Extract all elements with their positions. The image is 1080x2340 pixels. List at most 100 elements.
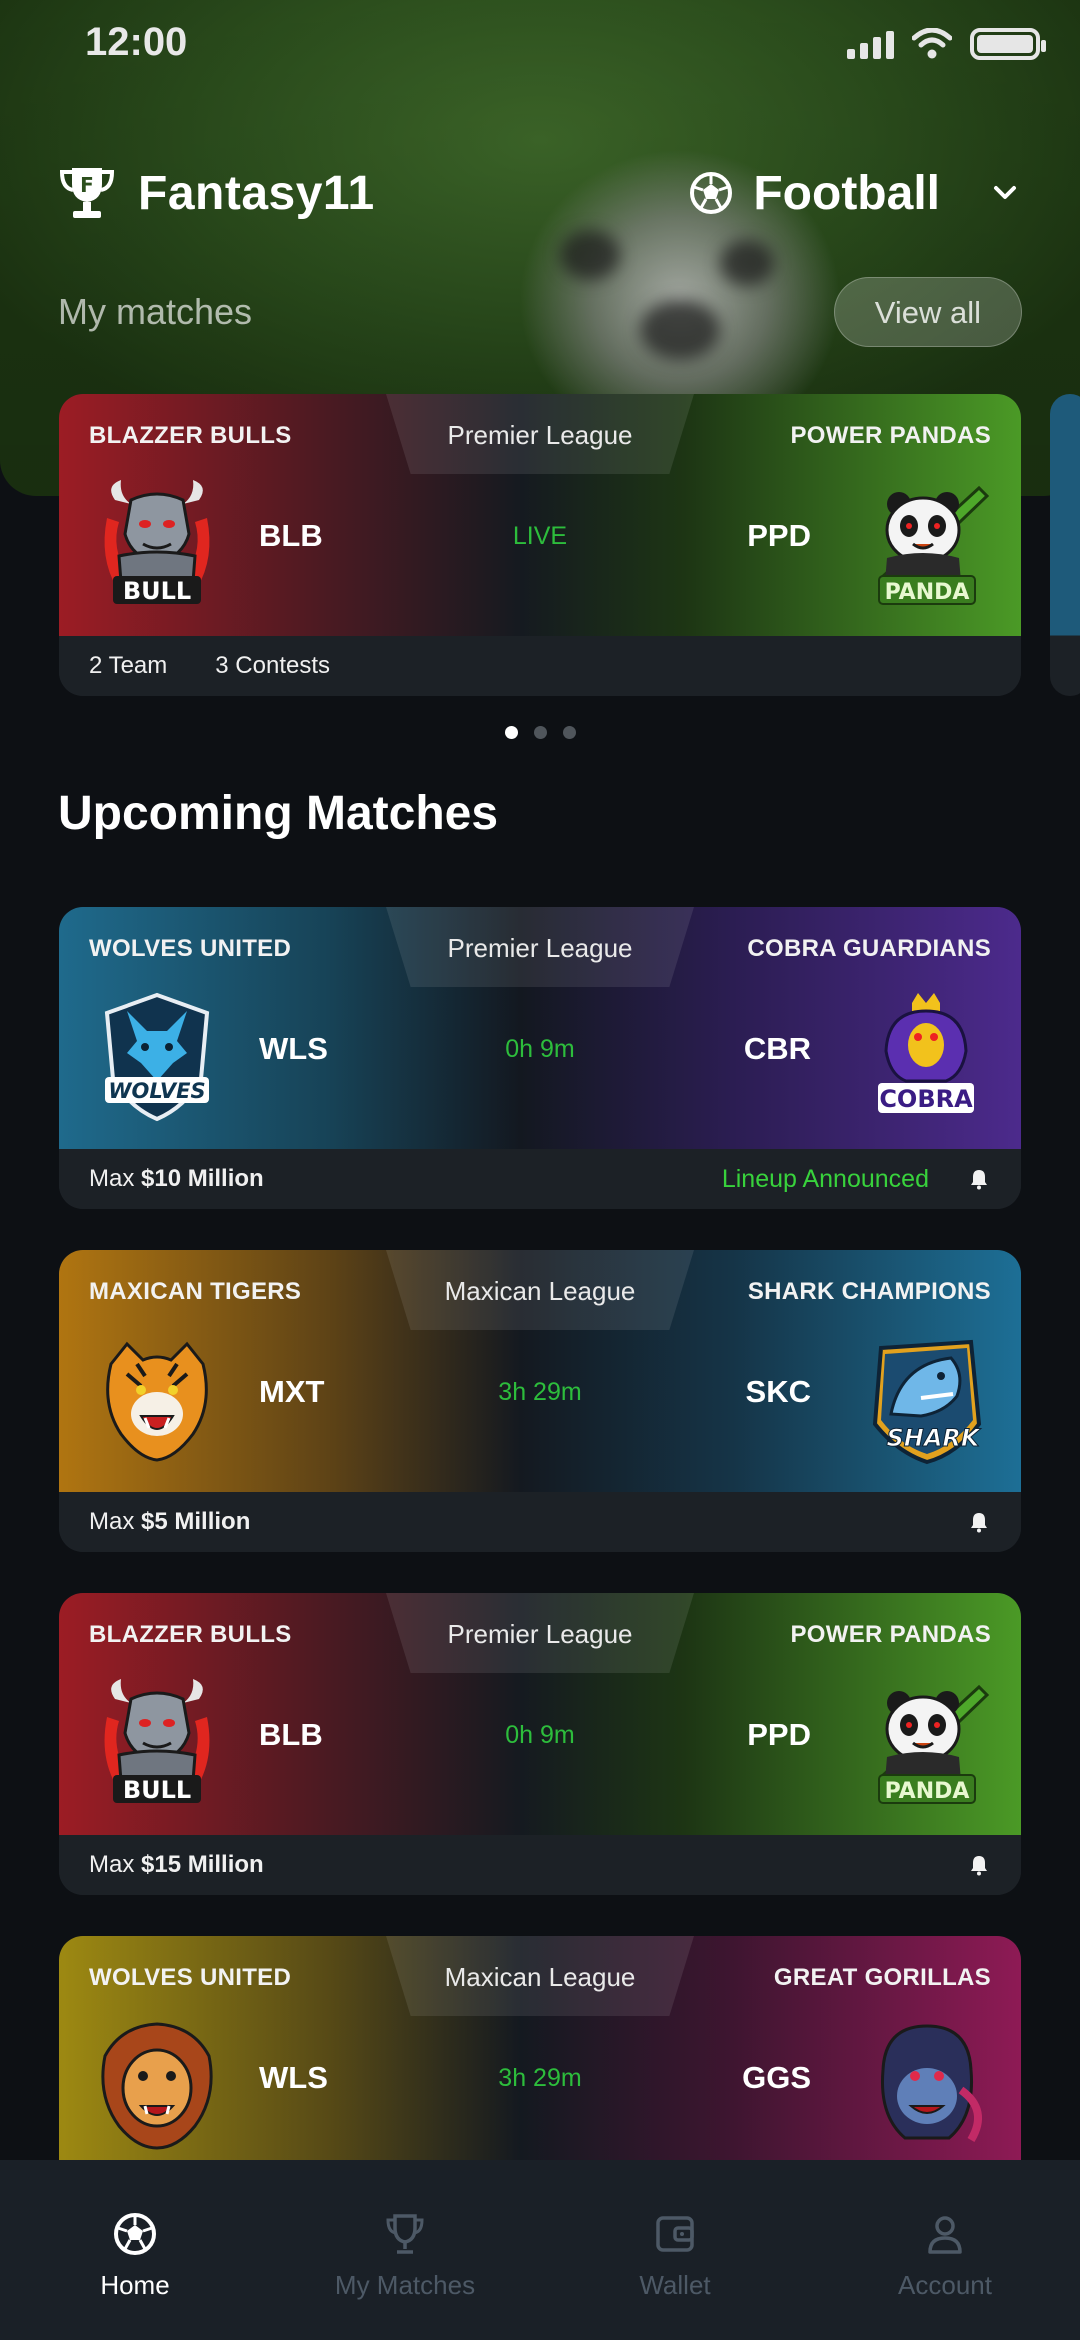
my-matches-title: My matches: [58, 291, 253, 332]
team-left-name: BLAZZER BULLS: [89, 1621, 292, 1648]
panda-logo-icon: [861, 1677, 991, 1809]
max-prefix: Max: [89, 1851, 135, 1878]
team-left-code: WLS: [259, 1031, 328, 1066]
league-name: Premier League: [447, 933, 633, 963]
card-footer: Max $5 Million: [59, 1492, 1021, 1552]
upcoming-match-card[interactable]: Premier League BLAZZER BULLS POWER PANDA…: [59, 1593, 1021, 1895]
card-top: Maxican League WOLVES UNITED GREAT GORIL…: [59, 1936, 1021, 2178]
team-left-name: WOLVES UNITED: [89, 1964, 292, 1991]
card-top: Maxican League MAXICAN TIGERS SHARK CHAM…: [59, 1250, 1021, 1492]
app-bar: F Fantasy11 Football: [58, 158, 1022, 228]
card-footer: Max $15 Million: [59, 1835, 1021, 1895]
card-footer: Max $10 Million Lineup Announced: [59, 1149, 1021, 1209]
nav-label: Account: [898, 2270, 992, 2300]
nav-my-matches[interactable]: My Matches: [270, 2160, 540, 2340]
user-icon: [928, 2216, 962, 2254]
team-left-code: BLB: [259, 1717, 323, 1752]
team-left-code: BLB: [259, 518, 323, 553]
team-right-name: SHARK CHAMPIONS: [747, 1278, 991, 1305]
nav-home[interactable]: Home: [0, 2160, 270, 2340]
team-right-name: GREAT GORILLAS: [773, 1964, 991, 1991]
team-left-name: BLAZZER BULLS: [89, 422, 292, 449]
lineup-status: Lineup Announced: [721, 1164, 929, 1193]
football-icon: [114, 2213, 156, 2255]
status-icons: [847, 28, 1046, 60]
carousel-dot[interactable]: [533, 726, 547, 739]
league-name: Maxican League: [444, 1962, 636, 1992]
card-top: Premier League BLAZZER BULLS POWER PANDA…: [59, 1593, 1021, 1835]
chevron-down-icon: [994, 186, 1016, 199]
wolves-logo-icon: [97, 991, 217, 1123]
team-left-name: MAXICAN TIGERS: [89, 1278, 302, 1305]
signal-icon: [847, 29, 894, 59]
brand: F Fantasy11: [58, 164, 375, 222]
league-name: Premier League: [447, 420, 633, 450]
card-top: Premier League WOLVES UNITED COBRA GUARD…: [59, 907, 1021, 1149]
my-match-card[interactable]: Premier League BLAZZER BULLS POWER PANDA…: [59, 394, 1021, 696]
my-matches-header: My matches View all: [58, 276, 1022, 348]
card-footer: 2 Team 3 Contests: [59, 636, 1021, 696]
nav-account[interactable]: Account: [810, 2160, 1080, 2340]
team-right-name: POWER PANDAS: [790, 422, 991, 449]
nav-wallet[interactable]: Wallet: [540, 2160, 810, 2340]
next-card-peek[interactable]: [1050, 394, 1080, 696]
upcoming-title: Upcoming Matches: [58, 787, 499, 840]
sport-name: Football: [753, 166, 940, 220]
team-right-code: CBR: [743, 1031, 811, 1066]
upcoming-match-card[interactable]: Premier League WOLVES UNITED COBRA GUARD…: [59, 907, 1021, 1209]
team-right-code: GGS: [742, 2060, 811, 2095]
card-top: Premier League BLAZZER BULLS POWER PANDA…: [59, 394, 1021, 636]
max-prize: $15 Million: [141, 1851, 264, 1878]
upcoming-match-card[interactable]: Maxican League MAXICAN TIGERS SHARK CHAM…: [59, 1250, 1021, 1552]
team-right-name: COBRA GUARDIANS: [747, 935, 991, 962]
wallet-icon: [656, 2216, 694, 2252]
gorilla-logo-icon: [861, 2020, 991, 2152]
bell-icon[interactable]: [967, 1167, 991, 1191]
max-prefix: Max: [89, 1165, 135, 1192]
bell-icon[interactable]: [967, 1853, 991, 1877]
max-prefix: Max: [89, 1508, 135, 1535]
shark-logo-icon: [861, 1334, 991, 1466]
sport-selector[interactable]: Football: [689, 166, 1022, 221]
league-name: Premier League: [447, 1619, 633, 1649]
league-name: Maxican League: [444, 1276, 636, 1306]
tiger-logo-icon: [97, 1334, 217, 1466]
view-all-button[interactable]: View all: [833, 277, 1022, 347]
football-icon: [690, 172, 733, 214]
bull-logo-icon: [97, 478, 217, 610]
nav-label: Wallet: [639, 2270, 711, 2300]
team-left-name: WOLVES UNITED: [89, 935, 292, 962]
trophy-logo-icon: F: [59, 168, 115, 218]
team-right-code: PPD: [747, 1717, 811, 1752]
ball-patch: [560, 230, 620, 280]
panda-logo-icon: [861, 478, 991, 610]
lion-logo-icon: [97, 2020, 217, 2152]
carousel-dot[interactable]: [504, 726, 518, 739]
team-left-code: WLS: [259, 2060, 328, 2095]
carousel-dot[interactable]: [562, 726, 576, 739]
cobra-logo-icon: [861, 991, 991, 1123]
time-left: 3h 29m: [498, 2064, 582, 2092]
time-left: 3h 29m: [498, 1378, 582, 1406]
time-left: 0h 9m: [505, 1035, 575, 1063]
bell-icon[interactable]: [967, 1510, 991, 1534]
time-left: 0h 9m: [505, 1721, 575, 1749]
bottom-nav: Home My Matches Wallet Account: [0, 2160, 1080, 2340]
battery-icon: [970, 28, 1046, 60]
team-left-code: MXT: [259, 1374, 325, 1409]
carousel-indicator: [0, 726, 1080, 739]
nav-label: Home: [100, 2270, 170, 2300]
wifi-icon: [912, 28, 952, 59]
team-right-code: PPD: [747, 518, 811, 553]
trophy-icon: [386, 2214, 424, 2254]
app-name: Fantasy11: [138, 166, 375, 220]
live-status: LIVE: [512, 522, 568, 550]
status-time: 12:00: [85, 20, 188, 64]
max-prize: $10 Million: [141, 1165, 264, 1192]
nav-label: My Matches: [334, 2270, 476, 2300]
status-bar: 12:00: [0, 0, 1080, 92]
contests-count: 3 Contests: [215, 652, 331, 679]
team-right-name: POWER PANDAS: [790, 1621, 991, 1648]
teams-count: 2 Team: [89, 652, 168, 679]
max-prize: $5 Million: [141, 1508, 251, 1535]
